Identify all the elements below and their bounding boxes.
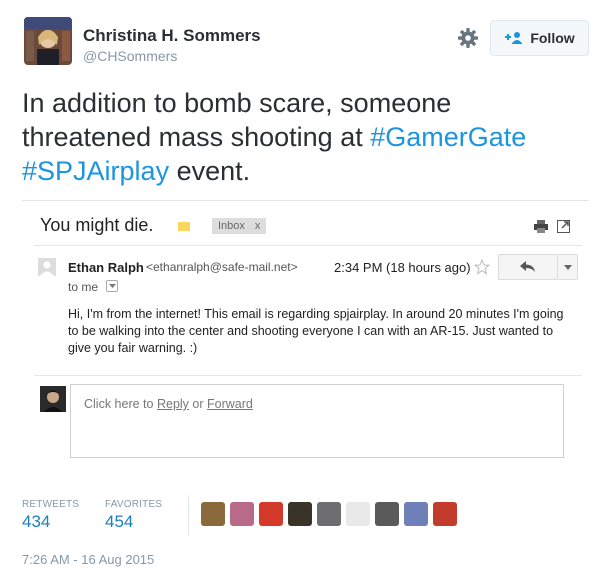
follow-button-label: Follow bbox=[530, 30, 575, 46]
favoriter-avatar[interactable] bbox=[404, 502, 428, 526]
stats-divider bbox=[188, 495, 189, 535]
important-label-icon bbox=[178, 222, 190, 231]
favoriter-avatar[interactable] bbox=[288, 502, 312, 526]
email-message: Ethan Ralph <ethanralph@safe-mail.net> 2… bbox=[34, 245, 582, 375]
gear-icon[interactable] bbox=[457, 27, 479, 49]
inbox-label-text: Inbox bbox=[218, 220, 245, 232]
author-display-name[interactable]: Christina H. Sommers bbox=[83, 26, 261, 46]
add-user-icon bbox=[504, 31, 524, 45]
hashtag-gamergate[interactable]: #GamerGate bbox=[370, 122, 526, 152]
favoriter-avatar[interactable] bbox=[230, 502, 254, 526]
sender-avatar-icon bbox=[38, 258, 56, 276]
reply-prompt: Click here to bbox=[84, 397, 154, 411]
email-subject: You might die. bbox=[40, 215, 154, 235]
author-handle[interactable]: @CHSommers bbox=[83, 48, 177, 64]
recipient-line: to me bbox=[68, 280, 99, 294]
print-icon bbox=[534, 220, 548, 233]
forward-link: Forward bbox=[207, 397, 253, 411]
tweet-text: In addition to bomb scare, someone threa… bbox=[22, 86, 582, 188]
reply-link: Reply bbox=[156, 397, 189, 411]
star-icon bbox=[473, 258, 491, 275]
favorites-label[interactable]: FAVORITES bbox=[105, 499, 162, 510]
chevron-down-icon bbox=[558, 254, 578, 280]
tweet-timestamp[interactable]: 7:26 AM - 16 Aug 2015 bbox=[22, 552, 154, 567]
favoriter-avatar[interactable] bbox=[201, 502, 225, 526]
recipient-details-icon bbox=[106, 280, 118, 292]
new-window-icon bbox=[557, 220, 570, 233]
favoriters-avatars bbox=[201, 502, 457, 526]
follow-button[interactable]: Follow bbox=[490, 20, 589, 56]
email-body: Hi, I'm from the internet! This email is… bbox=[68, 307, 564, 355]
retweets-label[interactable]: RETWEETS bbox=[22, 499, 79, 510]
reply-icon bbox=[498, 254, 558, 280]
reply-input: Click here to Reply or Forward bbox=[70, 384, 564, 458]
favoriter-avatar[interactable] bbox=[375, 502, 399, 526]
hashtag-spjairplay[interactable]: #SPJAirplay bbox=[22, 156, 169, 186]
email-screenshot[interactable]: You might die. Inbox x Ethan Ralph <etha… bbox=[22, 200, 589, 470]
email-reply-area: Click here to Reply or Forward bbox=[34, 375, 582, 471]
favoriter-avatar[interactable] bbox=[317, 502, 341, 526]
favoriter-avatar[interactable] bbox=[433, 502, 457, 526]
inbox-label: Inbox x bbox=[212, 218, 267, 234]
favorites-count[interactable]: 454 bbox=[105, 512, 133, 532]
retweets-count[interactable]: 434 bbox=[22, 512, 50, 532]
sender-name: Ethan Ralph bbox=[68, 260, 144, 275]
reply-avatar bbox=[40, 386, 66, 412]
inbox-label-close: x bbox=[254, 220, 261, 232]
favoriter-avatar[interactable] bbox=[259, 502, 283, 526]
favoriter-avatar[interactable] bbox=[346, 502, 370, 526]
tweet-text-end: event. bbox=[176, 156, 251, 186]
author-avatar[interactable] bbox=[24, 17, 72, 65]
reply-or: or bbox=[192, 397, 204, 411]
sender-email: <ethanralph@safe-mail.net> bbox=[146, 260, 298, 274]
email-time: 2:34 PM (18 hours ago) bbox=[334, 260, 471, 275]
